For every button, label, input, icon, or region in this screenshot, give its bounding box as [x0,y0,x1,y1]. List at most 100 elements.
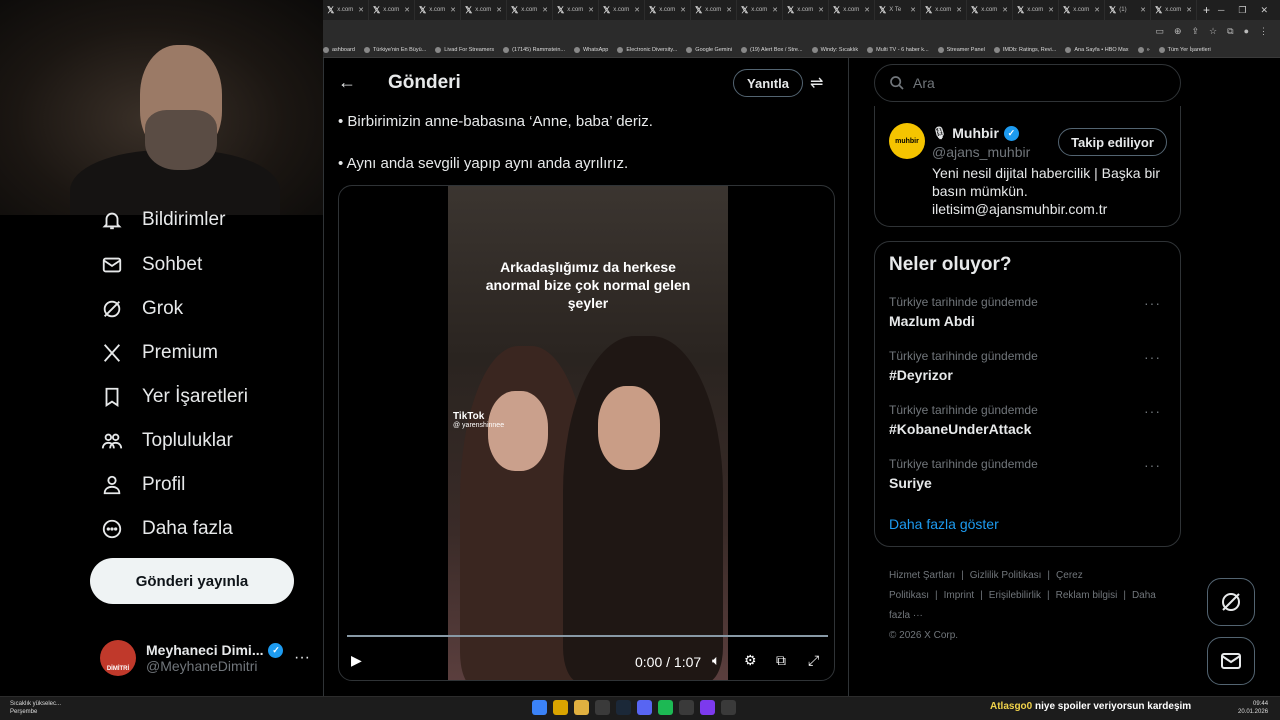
browser-tab[interactable]: 𝕏x.com ✕ [507,0,553,20]
browser-tab[interactable]: 𝕏x.com ✕ [553,0,599,20]
browser-tab[interactable]: 𝕏x.com ✕ [829,0,875,20]
epic-icon[interactable] [679,700,694,715]
browser-tab[interactable]: 𝕏x.com ✕ [691,0,737,20]
more-horizontal-icon[interactable]: ··· [1144,349,1161,365]
nav-item-premium[interactable]: Premium [100,341,218,365]
close-tab-icon[interactable]: ✕ [818,6,824,14]
spotify-icon[interactable] [658,700,673,715]
settings-sliders-icon[interactable]: ⇌ [810,73,823,93]
browser-tab[interactable]: 𝕏x.com ✕ [645,0,691,20]
extensions-icon[interactable]: ⧉ [1227,26,1233,37]
close-tab-icon[interactable]: ✕ [1048,6,1054,14]
close-tab-icon[interactable]: ✕ [1186,6,1192,14]
search-box[interactable]: Ara [874,64,1181,102]
close-tab-icon[interactable]: ✕ [726,6,732,14]
close-tab-icon[interactable]: ✕ [956,6,962,14]
browser-tab[interactable]: 𝕏x.com ✕ [1151,0,1197,20]
browser-tab[interactable]: 𝕏x.com ✕ [369,0,415,20]
fullscreen-icon[interactable]: ⤢ [808,652,819,669]
footer-link[interactable]: Hizmet Şartları [889,570,955,581]
close-tab-icon[interactable]: ✕ [1140,6,1146,14]
close-tab-icon[interactable]: ✕ [1002,6,1008,14]
browser-tab[interactable]: 𝕏x.com ✕ [415,0,461,20]
settings-gear-icon[interactable]: ⚙ [744,652,757,669]
post-button[interactable]: Gönderi yayınla [90,558,294,604]
new-tab-button[interactable]: + [1203,3,1210,17]
close-window-icon[interactable]: ✕ [1260,5,1268,16]
close-tab-icon[interactable]: ✕ [588,6,594,14]
more-horizontal-icon[interactable]: ··· [1144,457,1161,473]
bookmark-item[interactable]: (17145) Rammstein... [503,46,565,53]
bookmark-item[interactable]: IMDb: Ratings, Revi... [993,46,1056,53]
footer-link[interactable]: Gizlilik Politikası [970,570,1042,581]
folder-icon[interactable] [574,700,589,715]
browser-tab[interactable]: 𝕏x.com ✕ [323,0,369,20]
video-progress-bar[interactable] [347,635,828,637]
following-button[interactable]: Takip ediliyor [1058,128,1167,156]
zoom-icon[interactable]: ⊕ [1174,26,1182,37]
trend-item[interactable]: Türkiye tarihinde gündemde #KobaneUnderA… [889,403,1169,437]
footer-link[interactable]: Imprint [944,590,975,601]
menu-icon[interactable]: ⋮ [1259,26,1268,37]
account-switcher[interactable]: DİMİTRİ Meyhaneci Dimi... ✓ @MeyhaneDimit… [100,636,310,680]
maximize-icon[interactable]: ❐ [1238,5,1246,16]
close-tab-icon[interactable]: ✕ [910,6,916,14]
search-input[interactable]: Ara [913,75,935,91]
footer-link[interactable]: Erişilebilirlik [989,590,1041,601]
nav-item-chat[interactable]: Sohbet [100,253,202,277]
discord-icon[interactable] [637,700,652,715]
more-horizontal-icon[interactable]: ··· [1144,295,1161,311]
close-tab-icon[interactable]: ✕ [634,6,640,14]
bookmark-item[interactable]: Multi TV - 6 haber k... [867,46,929,53]
nav-item-more[interactable]: Daha fazla [100,517,233,541]
messages-fab-button[interactable] [1207,637,1255,685]
steam-icon[interactable] [616,700,631,715]
browser-tab[interactable]: 𝕏x.com ✕ [783,0,829,20]
reply-button[interactable]: Yanıtla [733,69,803,97]
grok-fab-button[interactable] [1207,578,1255,626]
app-icon[interactable] [700,700,715,715]
profile-avatar-icon[interactable]: ● [1244,26,1249,36]
app-icon[interactable] [595,700,610,715]
nav-item-communities[interactable]: Topluluklar [100,429,233,453]
trend-item[interactable]: Türkiye tarihinde gündemde Suriye ··· [889,457,1169,491]
nav-item-profile[interactable]: Profil [100,473,185,497]
browser-tab[interactable]: 𝕏x.com ✕ [599,0,645,20]
bookmark-item[interactable]: WhatsApp [573,46,608,53]
footer-link[interactable]: Reklam bilgisi [1056,590,1118,601]
weather-widget[interactable]: Sıcaklık yükselec... Perşembe [10,700,61,716]
browser-tab[interactable]: 𝕏 (1) ✕ [1105,0,1151,20]
chrome-icon[interactable] [553,700,568,715]
system-clock[interactable]: 09:44 20.01.2026 [1238,700,1268,716]
bookmark-item[interactable]: (19) Alert Box / Stre... [740,46,803,53]
share-icon[interactable]: ⇪ [1192,26,1200,37]
close-tab-icon[interactable]: ✕ [864,6,870,14]
browser-tab[interactable]: 𝕏x.com ✕ [461,0,507,20]
minimize-icon[interactable]: ─ [1218,5,1224,16]
close-tab-icon[interactable]: ✕ [1094,6,1100,14]
browser-tab[interactable]: 𝕏x.com ✕ [737,0,783,20]
browser-tab[interactable]: 𝕏x.com ✕ [1013,0,1059,20]
nav-item-grok[interactable]: Grok [100,297,183,321]
profile-avatar[interactable]: muhbir [889,123,925,159]
bookmark-item[interactable]: Windy: Sıcaklık [811,46,858,53]
bookmark-item[interactable]: Electronic Diversity... [617,46,677,53]
browser-tab[interactable]: 𝕏X Te ✕ [875,0,921,20]
close-tab-icon[interactable]: ✕ [772,6,778,14]
close-tab-icon[interactable]: ✕ [680,6,686,14]
trend-item[interactable]: Türkiye tarihinde gündemde #Deyrizor ··· [889,349,1169,383]
bookmark-item[interactable]: Ana Sayfa • HBO Max [1065,46,1129,53]
cast-icon[interactable]: ▭ [1155,26,1164,37]
close-tab-icon[interactable]: ✕ [404,6,410,14]
bookmark-item[interactable]: Google Gemini [686,46,732,53]
profile-name[interactable]: 🎙︎ Muhbir ✓ [932,125,1019,141]
bookmark-item[interactable]: ashboard [323,46,355,53]
more-horizontal-icon[interactable]: ··· [1144,403,1161,419]
trend-item[interactable]: Türkiye tarihinde gündemde Mazlum Abdi ·… [889,295,1169,329]
bookmark-item[interactable]: Türkiye'nin En Büyü... [363,46,426,53]
play-icon[interactable]: ▶ [351,652,362,669]
bookmark-item[interactable]: Livad For Streamers [435,46,494,53]
close-tab-icon[interactable]: ✕ [450,6,456,14]
browser-tab[interactable]: 𝕏x.com ✕ [921,0,967,20]
start-icon[interactable] [532,700,547,715]
